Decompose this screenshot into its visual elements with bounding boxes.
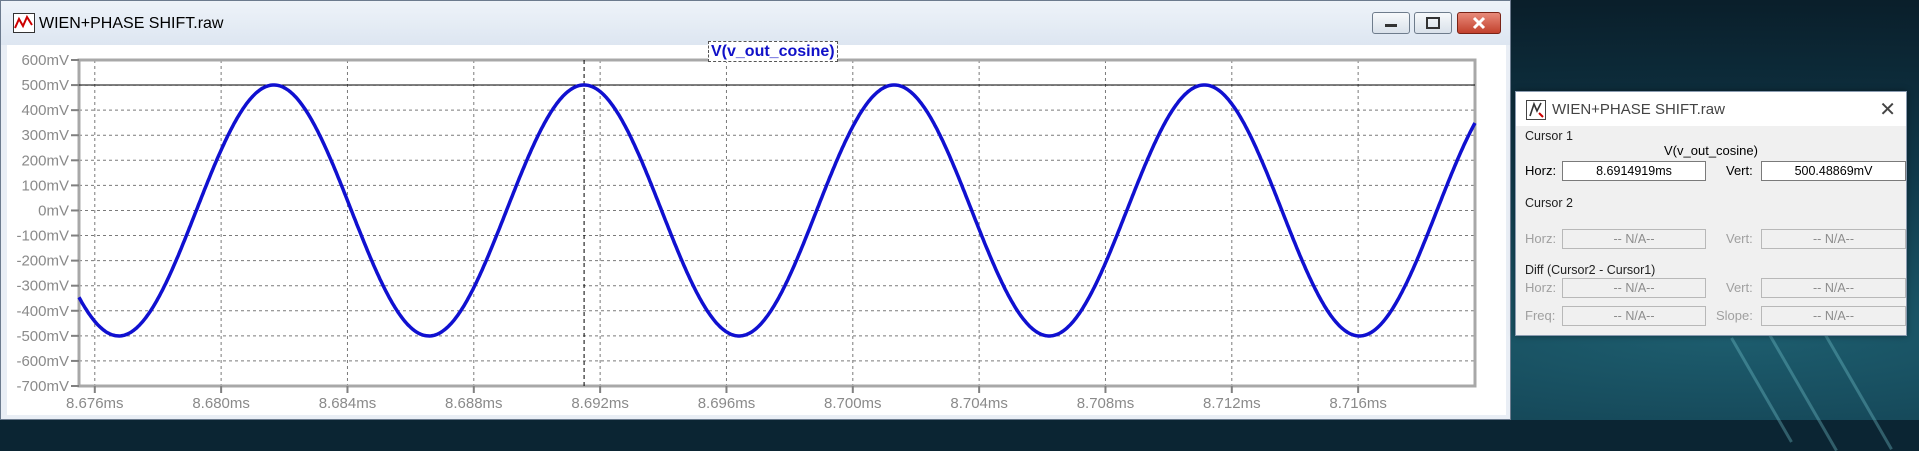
- y-tick-label: 200mV: [21, 152, 69, 169]
- y-tick-label: 600mV: [21, 52, 69, 69]
- dialog-close-icon[interactable]: ✕: [1879, 97, 1896, 122]
- y-tick-label: -700mV: [16, 378, 69, 395]
- close-icon: [1472, 16, 1486, 30]
- diff-vert-field: -- N/A--: [1761, 278, 1906, 298]
- plot-window: WIEN+PHASE SHIFT.raw 600mV 500mV 400mV 300m…: [0, 0, 1511, 420]
- maximize-icon: [1426, 17, 1440, 29]
- x-tick-label: 8.684ms: [319, 395, 377, 412]
- cursor2-section-label: Cursor 2: [1525, 196, 1573, 210]
- y-tick-label: 0mV: [38, 202, 69, 219]
- maximize-button[interactable]: [1414, 12, 1452, 34]
- dialog-title: WIEN+PHASE SHIFT.raw: [1552, 101, 1725, 118]
- waveform-chart[interactable]: 600mV 500mV 400mV 300mV 200mV 100mV 0mV -100mV -…: [7, 45, 1506, 415]
- plot-frame: [77, 58, 1477, 388]
- freq-field: -- N/A--: [1562, 306, 1706, 326]
- x-tick-label: 8.712ms: [1203, 395, 1261, 412]
- cursor2-vert-field: -- N/A--: [1761, 229, 1906, 249]
- window-title: WIEN+PHASE SHIFT.raw: [39, 15, 224, 32]
- y-tick-label: 100mV: [21, 177, 69, 194]
- desktop-decoration: [1730, 337, 1793, 443]
- slope-label: Slope:: [1716, 308, 1753, 323]
- desktop-decoration: [1765, 328, 1838, 451]
- y-tick-label: 300mV: [21, 127, 69, 144]
- cursor1-horz-label: Horz:: [1525, 163, 1557, 178]
- y-tick-label: -300mV: [16, 278, 69, 295]
- waveform-app-icon: [13, 13, 35, 33]
- x-tick-label: 8.692ms: [571, 395, 629, 412]
- minimize-icon: [1385, 24, 1397, 27]
- diff-section-label: Diff (Cursor2 - Cursor1): [1525, 263, 1656, 277]
- dialog-titlebar[interactable]: WIEN+PHASE SHIFT.raw ✕: [1516, 92, 1906, 126]
- y-tick-label: -200mV: [16, 253, 69, 270]
- x-tick-label: 8.716ms: [1329, 395, 1387, 412]
- x-tick-label: 8.688ms: [445, 395, 503, 412]
- cursor2-vert-label: Vert:: [1726, 231, 1753, 246]
- x-tick-label: 8.704ms: [950, 395, 1008, 412]
- y-tick-label: -100mV: [16, 228, 69, 245]
- x-tick-label: 8.680ms: [192, 395, 250, 412]
- y-tick-label: -600mV: [16, 353, 69, 370]
- cursor1-trace-name: V(v_out_cosine): [1664, 143, 1758, 158]
- cursor1-vert-label: Vert:: [1726, 163, 1753, 178]
- x-tick-label: 8.708ms: [1077, 395, 1135, 412]
- plot-area[interactable]: 600mV 500mV 400mV 300mV 200mV 100mV 0mV -100mV -…: [7, 45, 1506, 415]
- y-tick-label: 500mV: [21, 77, 69, 94]
- x-tick-label: 8.700ms: [824, 395, 882, 412]
- trace-label[interactable]: V(v_out_cosine): [708, 41, 838, 62]
- x-tick-label: 8.696ms: [698, 395, 756, 412]
- cursor2-horz-field: -- N/A--: [1562, 229, 1706, 249]
- cursor-dialog: WIEN+PHASE SHIFT.raw ✕ Cursor 1 V(v_out_…: [1515, 91, 1907, 336]
- minimize-button[interactable]: [1372, 12, 1410, 34]
- y-tick-label: 400mV: [21, 102, 69, 119]
- cursor2-horz-label: Horz:: [1525, 231, 1557, 246]
- cursor1-horz-field[interactable]: 8.6914919ms: [1562, 161, 1706, 181]
- x-tick-label: 8.676ms: [66, 395, 124, 412]
- diff-horz-field: -- N/A--: [1562, 278, 1706, 298]
- diff-horz-label: Horz:: [1525, 280, 1557, 295]
- cursor-app-icon: [1526, 100, 1546, 120]
- cursor1-section-label: Cursor 1: [1525, 129, 1573, 143]
- window-titlebar[interactable]: WIEN+PHASE SHIFT.raw: [1, 1, 1510, 45]
- freq-label: Freq:: [1525, 308, 1556, 323]
- cursor1-vert-field[interactable]: 500.48869mV: [1761, 161, 1906, 181]
- y-tick-label: -500mV: [16, 328, 69, 345]
- y-tick-label: -400mV: [16, 303, 69, 320]
- slope-field: -- N/A--: [1761, 306, 1906, 326]
- close-button[interactable]: [1457, 12, 1501, 34]
- diff-vert-label: Vert:: [1726, 280, 1753, 295]
